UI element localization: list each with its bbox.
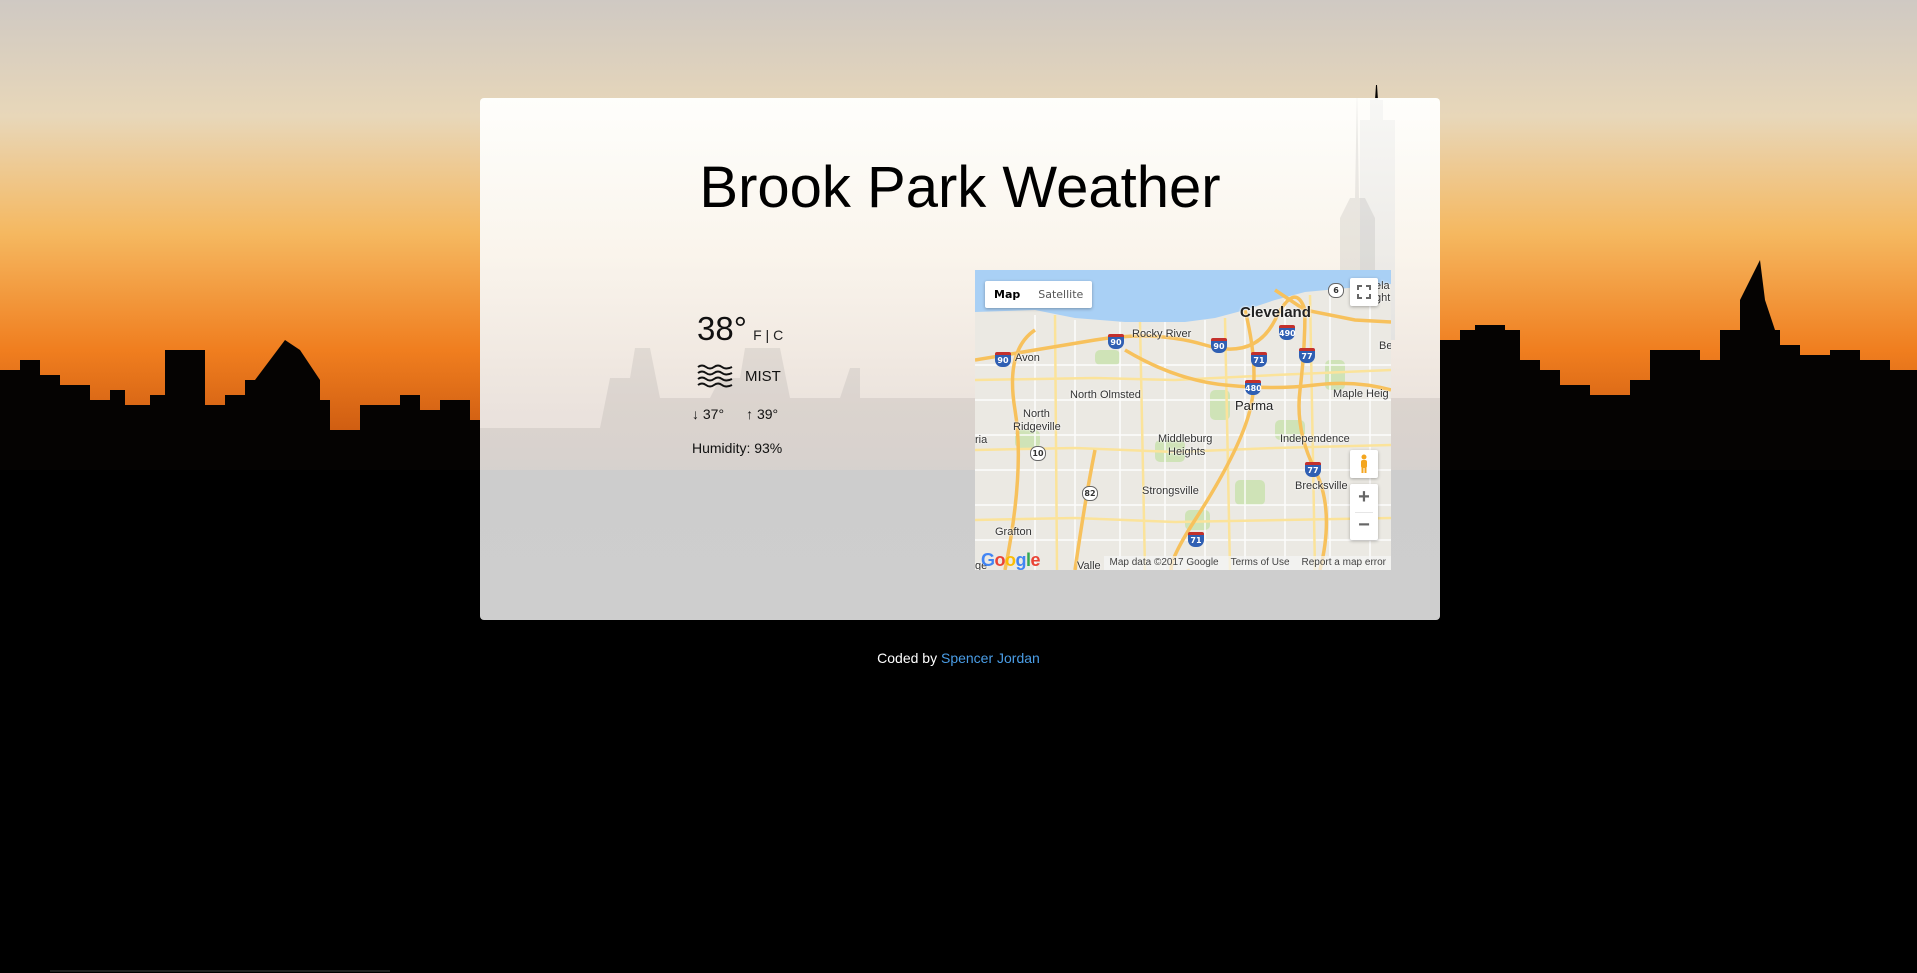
pegman-icon xyxy=(1361,454,1367,473)
map-label-north-ridgeville-2: Ridgeville xyxy=(1013,421,1061,433)
page-title: Brook Park Weather xyxy=(699,155,1221,220)
fullscreen-icon xyxy=(1357,285,1371,299)
condition-text: MIST xyxy=(745,367,781,385)
google-map[interactable]: Cleveland Rocky River Avon North Olmsted… xyxy=(975,270,1391,570)
map-label-parma: Parma xyxy=(1235,398,1274,413)
mist-icon xyxy=(697,364,733,388)
map-label-north-olmsted: North Olmsted xyxy=(1070,389,1141,401)
highway-shield-i90: 90 xyxy=(995,352,1011,367)
zoom-control: + − xyxy=(1350,484,1378,540)
map-label-strongsville: Strongsville xyxy=(1142,485,1199,497)
highway-shield-i71: 71 xyxy=(1251,352,1267,367)
unit-toggle: F | C xyxy=(753,327,783,343)
max-temperature: ↑ 39° xyxy=(746,406,779,422)
highway-shield-i480: 480 xyxy=(1245,380,1262,395)
unit-separator: | xyxy=(761,327,774,343)
map-label-middleburg-2: Heights xyxy=(1168,446,1206,458)
highway-shield-i77: 77 xyxy=(1305,462,1321,477)
map-type-control: Map Satellite xyxy=(985,281,1093,308)
zoom-out-button[interactable]: − xyxy=(1350,512,1378,540)
weather-panel: Brook Park Weather 38° F | C MIST ↓ 37° ↑… xyxy=(480,98,1440,620)
map-label-grafton: Grafton xyxy=(995,526,1032,538)
humidity: Humidity: 93% xyxy=(692,440,783,456)
map-label-rocky-river: Rocky River xyxy=(1132,328,1192,340)
map-attribution-bar: Map data ©2017 Google Terms of Use Repor… xyxy=(1104,556,1391,570)
map-label-be: Be xyxy=(1379,340,1391,352)
temperature-row: 38° F | C xyxy=(697,310,783,348)
weather-summary: 38° F | C MIST ↓ 37° ↑ 39° Humidity: 93% xyxy=(692,310,892,470)
temperature-value: 38° xyxy=(697,310,747,347)
map-type-satellite-button[interactable]: Satellite xyxy=(1029,281,1092,308)
condition-row: MIST xyxy=(697,364,781,388)
map-label-avon: Avon xyxy=(1015,352,1040,364)
celsius-link[interactable]: C xyxy=(773,327,783,343)
map-label-maple-heights: Maple Heig xyxy=(1333,388,1389,400)
highway-shield-sr82: 82 xyxy=(1082,486,1098,501)
fahrenheit-link[interactable]: F xyxy=(753,327,762,343)
highway-shield-i490: 490 xyxy=(1279,325,1296,340)
google-logo[interactable]: Google xyxy=(981,550,1041,570)
map-label-middleburg-1: Middleburg xyxy=(1158,433,1213,445)
map-label-valley: Valle xyxy=(1077,560,1101,570)
min-temperature: ↓ 37° xyxy=(692,406,725,422)
footer-prefix: Coded by xyxy=(877,650,941,666)
highway-shield-i90: 90 xyxy=(1211,338,1227,353)
highway-shield-us6: 6 xyxy=(1328,283,1344,298)
map-type-map-button[interactable]: Map xyxy=(985,281,1029,308)
author-link[interactable]: Spencer Jordan xyxy=(941,650,1040,666)
zoom-separator xyxy=(1355,512,1373,513)
highway-shield-i77: 77 xyxy=(1299,348,1315,363)
map-label-cleveland: Cleveland xyxy=(1240,304,1311,321)
map-label-north-ridgeville-1: North xyxy=(1023,408,1050,420)
map-label-ria: ria xyxy=(975,434,988,446)
zoom-in-button[interactable]: + xyxy=(1350,484,1378,512)
min-max-row: ↓ 37° ↑ 39° xyxy=(692,406,778,422)
footer: Coded by Spencer Jordan xyxy=(0,650,1917,666)
fullscreen-button[interactable] xyxy=(1350,278,1378,306)
report-map-error-link[interactable]: Report a map error xyxy=(1302,556,1386,570)
highway-shield-i71: 71 xyxy=(1188,532,1204,547)
terms-of-use-link[interactable]: Terms of Use xyxy=(1231,556,1290,570)
map-label-independence: Independence xyxy=(1280,433,1350,445)
highway-shield-i90: 90 xyxy=(1108,334,1124,349)
map-tiles[interactable] xyxy=(975,270,1391,570)
highway-shield-sr10: 10 xyxy=(1030,446,1046,461)
map-data-attribution: Map data ©2017 Google xyxy=(1109,557,1219,568)
street-view-pegman-button[interactable] xyxy=(1350,450,1378,478)
map-label-brecksville: Brecksville xyxy=(1295,480,1348,492)
